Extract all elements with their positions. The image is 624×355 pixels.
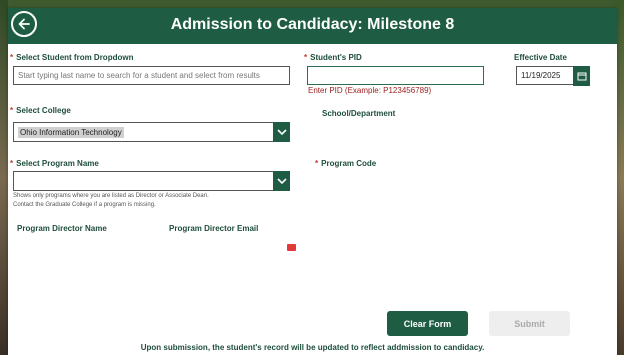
page-title: Admission to Candidacy: Milestone 8	[170, 16, 455, 33]
director-email-label: Program Director Email	[169, 224, 259, 233]
chevron-down-icon	[276, 178, 287, 185]
required-marker: *	[10, 106, 14, 115]
calendar-button[interactable]	[573, 66, 590, 86]
college-dropdown-button[interactable]	[273, 122, 290, 142]
student-search-input[interactable]: Start typing last name to search for a s…	[13, 66, 290, 85]
program-dropdown-button[interactable]	[273, 171, 290, 191]
program-label: * Select Program Name	[10, 159, 99, 168]
pid-error-message: Enter PID (Example: P123456789)	[308, 86, 432, 95]
college-label: * Select College	[10, 106, 71, 115]
director-name-label: Program Director Name	[17, 224, 107, 233]
program-help-line-2: Contact the Graduate College if a progra…	[13, 202, 156, 208]
school-department-label: School/Department	[322, 109, 396, 118]
required-marker: *	[315, 159, 319, 168]
header-bar: Admission to Candidacy: Milestone 8	[8, 8, 617, 44]
program-help-line-1: Shows only programs where you are listed…	[13, 193, 209, 199]
background-left	[0, 0, 8, 355]
error-dots-icon	[288, 252, 295, 255]
pid-input[interactable]	[307, 66, 484, 85]
required-marker: *	[10, 159, 14, 168]
clear-form-button[interactable]: Clear Form	[387, 311, 468, 336]
required-marker: *	[304, 53, 308, 62]
form-card: Admission to Candidacy: Milestone 8 * Sel…	[8, 8, 617, 355]
required-marker: *	[10, 53, 14, 62]
calendar-icon	[577, 72, 586, 81]
program-dropdown[interactable]	[13, 171, 290, 191]
chevron-down-icon	[276, 129, 287, 136]
error-icon	[287, 244, 296, 255]
submit-button[interactable]: Submit	[489, 311, 570, 336]
college-dropdown[interactable]: Ohio Information Technology	[13, 122, 290, 142]
program-code-label: * Program Code	[315, 159, 377, 168]
pid-label: * Student's PID	[304, 53, 362, 62]
student-label: * Select Student from Dropdown	[10, 53, 134, 62]
submission-note: Upon submission, the student's record wi…	[140, 343, 485, 352]
effective-date-input[interactable]: 11/19/2025	[516, 66, 590, 86]
effective-date-label: Effective Date	[514, 53, 567, 62]
